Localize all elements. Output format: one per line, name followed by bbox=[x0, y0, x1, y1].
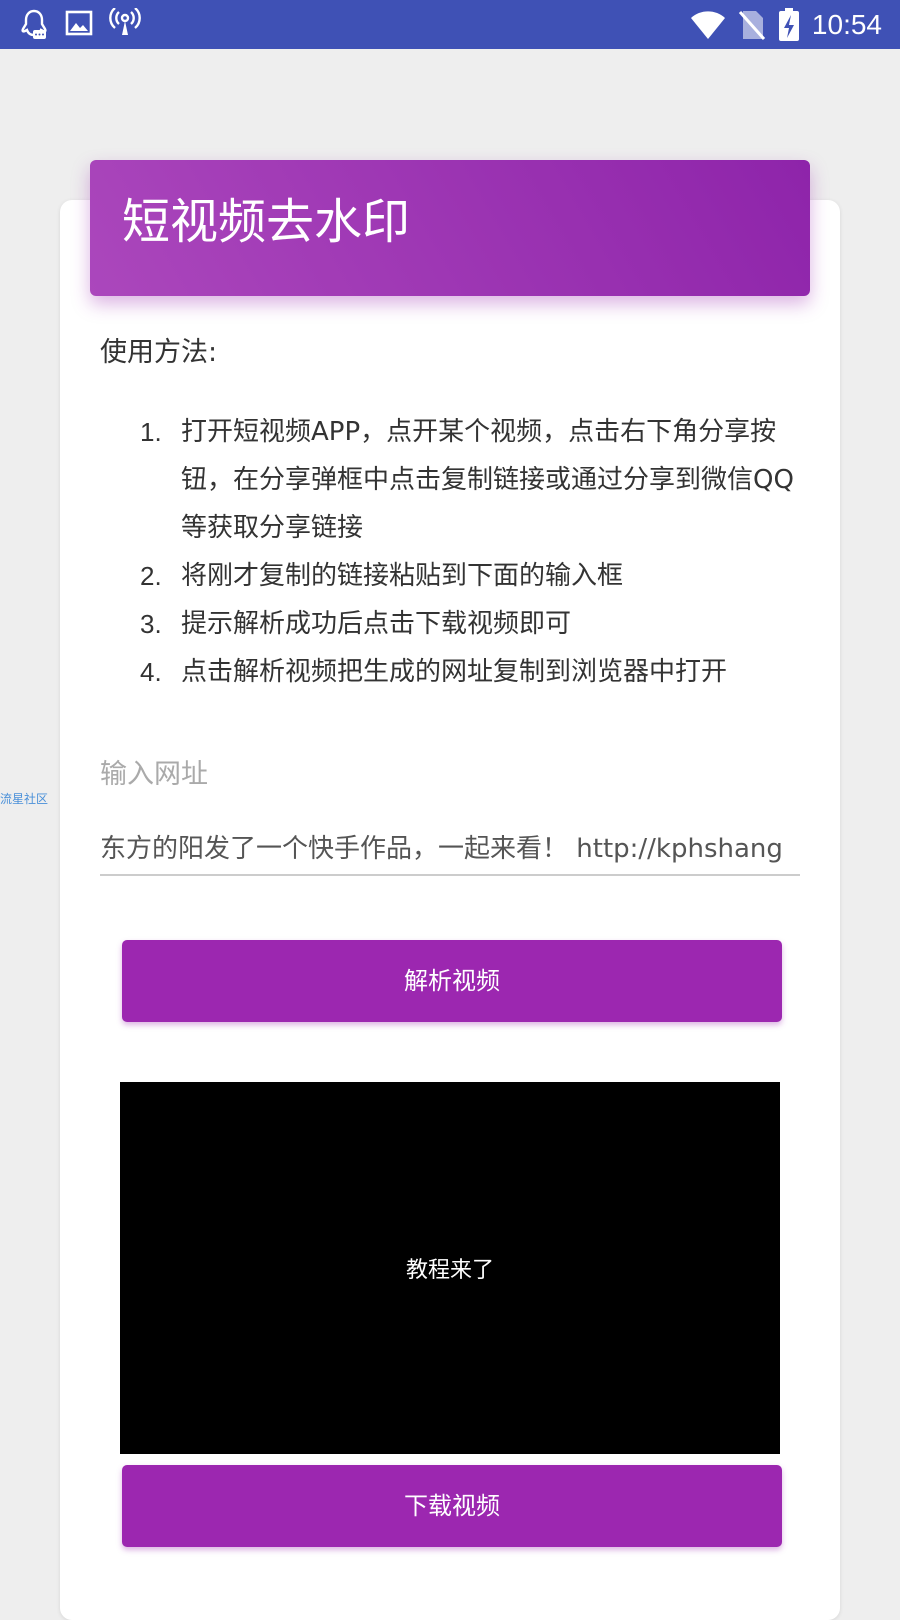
step-number: 2. bbox=[140, 561, 162, 591]
status-left-icons bbox=[18, 8, 142, 40]
qq-icon bbox=[18, 8, 50, 40]
video-player[interactable]: 教程来了 bbox=[120, 1082, 780, 1454]
status-right-icons: 10:54 bbox=[690, 8, 882, 42]
url-input-label: 输入网址 bbox=[100, 759, 208, 790]
step-text: 点击解析视频把生成的网址复制到浏览器中打开 bbox=[181, 657, 728, 687]
step-text: 提示解析成功后点击下载视频即可 bbox=[181, 609, 572, 639]
step-item: 2. 将刚才复制的链接粘贴到下面的输入框 bbox=[140, 552, 800, 600]
download-video-button[interactable]: 下载视频 bbox=[122, 1465, 782, 1547]
battery-charging-icon bbox=[778, 8, 800, 42]
step-number: 1. bbox=[140, 417, 162, 447]
usage-steps: 1. 打开短视频APP，点开某个视频，点击右下角分享按钮，在分享弹框中点击复制链… bbox=[140, 408, 800, 696]
step-item: 1. 打开短视频APP，点开某个视频，点击右下角分享按钮，在分享弹框中点击复制链… bbox=[140, 408, 800, 552]
image-icon bbox=[64, 8, 94, 40]
step-text: 将刚才复制的链接粘贴到下面的输入框 bbox=[181, 561, 624, 591]
hotspot-icon bbox=[108, 8, 142, 40]
step-text: 打开短视频APP，点开某个视频，点击右下角分享按钮，在分享弹框中点击复制链接或通… bbox=[181, 417, 794, 543]
wifi-icon bbox=[690, 10, 726, 40]
usage-label: 使用方法: bbox=[100, 337, 218, 368]
step-item: 4. 点击解析视频把生成的网址复制到浏览器中打开 bbox=[140, 648, 800, 696]
status-bar: 10:54 bbox=[0, 0, 900, 49]
side-watermark: 流星社区 bbox=[0, 792, 49, 806]
url-input[interactable] bbox=[100, 818, 800, 876]
video-caption: 教程来了 bbox=[405, 1258, 494, 1283]
step-item: 3. 提示解析成功后点击下载视频即可 bbox=[140, 600, 800, 648]
card-header: 短视频去水印 bbox=[90, 160, 810, 296]
no-sim-icon bbox=[738, 9, 766, 41]
step-number: 4. bbox=[140, 657, 162, 687]
status-clock: 10:54 bbox=[811, 9, 882, 40]
parse-video-button[interactable]: 解析视频 bbox=[122, 940, 782, 1022]
page-title: 短视频去水印 bbox=[122, 194, 411, 250]
step-number: 3. bbox=[140, 609, 162, 639]
